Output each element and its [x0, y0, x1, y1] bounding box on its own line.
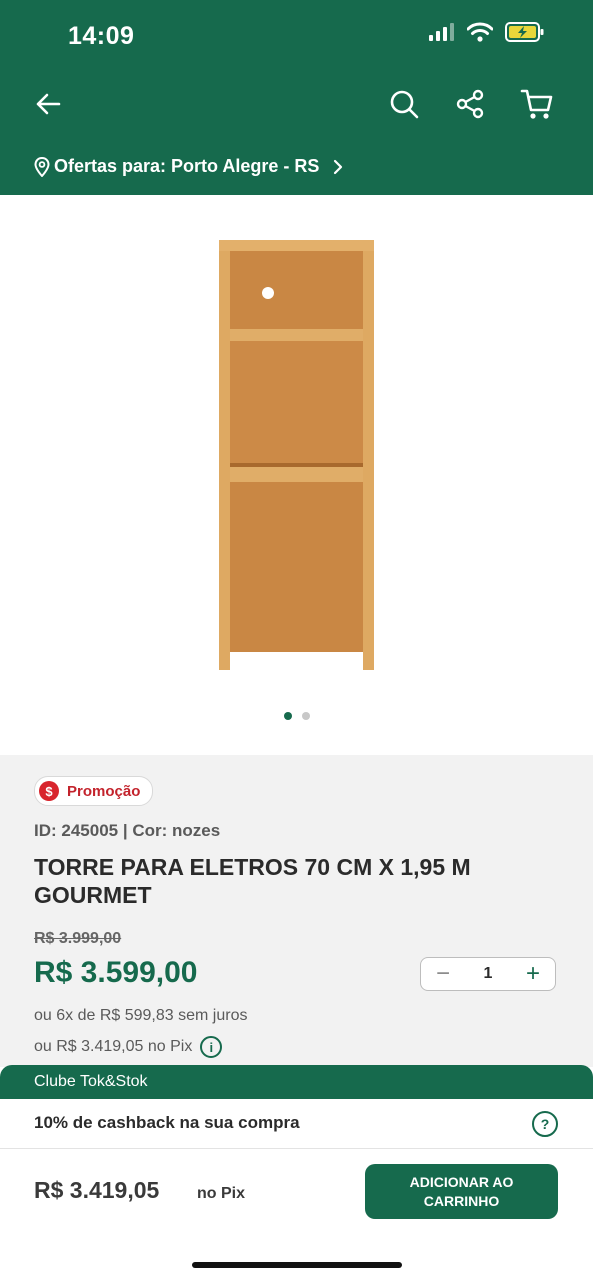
pix-price-text: ou R$ 3.419,05 no Pix: [34, 1038, 193, 1055]
chevron-right-icon: [334, 159, 343, 174]
product-id: ID: 245005 | Cor: nozes: [34, 821, 221, 840]
help-icon[interactable]: ?: [532, 1111, 558, 1137]
pix-price-line: ou R$ 3.419,05 no Pix i: [34, 1036, 223, 1058]
info-icon[interactable]: i: [200, 1036, 223, 1058]
current-price: R$ 3.599,00: [34, 956, 198, 989]
cashback-text: 10% de cashback na sua compra: [34, 1113, 300, 1132]
gallery-dot[interactable]: [301, 712, 310, 720]
wifi-icon: [467, 22, 493, 42]
location-label: Ofertas para: Porto Alegre - RS: [54, 156, 320, 176]
product-image: [219, 240, 374, 670]
old-price: R$ 3.999,00: [34, 930, 122, 947]
footer-pix-label: no Pix: [197, 1185, 246, 1202]
app-header: 14:09 Ofertas para: Porto Alegre - RS: [0, 0, 593, 195]
status-time: 14:09: [68, 22, 135, 50]
search-icon: [390, 90, 419, 119]
product-gallery[interactable]: [0, 195, 593, 755]
cashback-row[interactable]: 10% de cashback na sua compra ?: [0, 1099, 593, 1149]
cart-icon: [520, 89, 553, 119]
cart-button[interactable]: [515, 82, 559, 126]
clube-title: Clube Tok&Stok: [34, 1073, 148, 1090]
battery-charging-icon: [505, 22, 544, 42]
location-selector[interactable]: Ofertas para: Porto Alegre - RS: [34, 156, 347, 177]
quantity-increase-button[interactable]: +: [521, 962, 545, 986]
signal-icon: [429, 23, 454, 41]
location-pin-icon: [34, 156, 50, 177]
clube-banner: Clube Tok&Stok: [0, 1065, 593, 1099]
status-icons: [429, 22, 545, 42]
add-to-cart-button[interactable]: ADICIONAR AO CARRINHO: [365, 1164, 558, 1219]
installments-text: ou 6x de R$ 599,83 sem juros: [34, 1007, 248, 1024]
quantity-decrease-button[interactable]: −: [431, 962, 455, 986]
share-icon: [456, 89, 484, 119]
arrow-left-icon: [36, 93, 61, 115]
share-button[interactable]: [448, 82, 492, 126]
promo-badge: $ Promoção: [34, 776, 154, 806]
quantity-value: 1: [483, 965, 493, 982]
gallery-dots: [0, 712, 593, 720]
dollar-icon: $: [39, 781, 59, 801]
footer-price: R$ 3.419,05: [34, 1177, 160, 1203]
home-indicator[interactable]: [192, 1262, 402, 1268]
product-title: TORRE PARA ELETROS 70 CM X 1,95 M GOURME…: [34, 854, 471, 908]
search-button[interactable]: [382, 82, 426, 126]
back-button[interactable]: [26, 82, 70, 126]
gallery-dot-active[interactable]: [283, 712, 292, 720]
quantity-stepper: − 1 +: [420, 957, 556, 991]
promo-label: Promoção: [67, 782, 141, 800]
